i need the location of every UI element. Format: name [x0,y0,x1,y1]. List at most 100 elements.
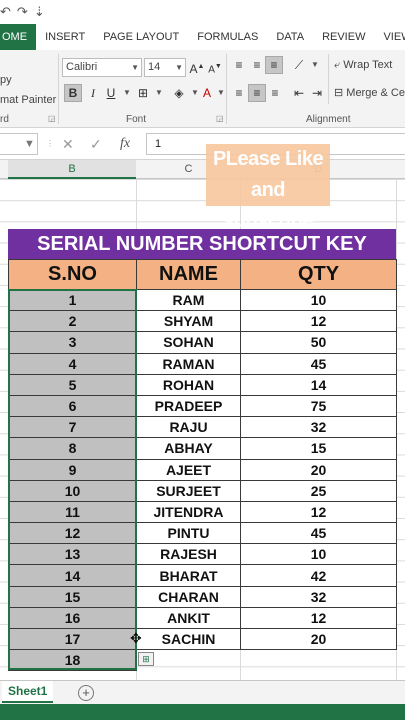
cell-name[interactable]: SHYAM [136,310,241,333]
decrease-font-size-icon[interactable]: A▼ [206,58,224,76]
undo-icon[interactable]: ↶ [0,4,11,20]
empty-cell[interactable] [241,650,397,671]
cell-sno[interactable]: 15 [8,585,137,608]
tab-page-layout[interactable]: PAGE LAYOUT [94,24,188,50]
cell-qty[interactable]: 45 [240,352,397,375]
tab-view[interactable]: VIEW [374,24,405,50]
merge-center-button[interactable]: ⊟ Merge & Ce [334,86,405,99]
tab-insert[interactable]: INSERT [36,24,94,50]
cell-qty[interactable]: 15 [240,437,397,460]
cell-sno[interactable]: 4 [8,352,137,375]
cell-sno[interactable]: 5 [8,373,137,396]
cell-sno[interactable]: 16 [8,606,137,630]
cell-sno[interactable]: 17 [8,627,137,651]
cell-name[interactable]: RAM [136,288,241,312]
cell-qty[interactable]: 50 [240,331,397,354]
alignment-group-label: Alignment [306,114,351,125]
cell-qty[interactable]: 12 [240,606,397,630]
decrease-indent-icon[interactable]: ⇤ [290,84,308,102]
header-name[interactable]: NAME [136,259,241,290]
cell-qty[interactable]: 45 [240,522,397,545]
cell-qty[interactable]: 10 [240,543,397,566]
cell-sno[interactable]: 9 [8,458,137,481]
tab-formulas[interactable]: FORMULAS [188,24,267,50]
cell-qty[interactable]: 10 [240,288,397,312]
quick-analysis-icon[interactable]: ⊞ [138,652,154,666]
cell-sno[interactable]: 10 [8,479,137,502]
cell-name[interactable]: AJEET [136,458,241,481]
align-bottom-icon[interactable]: ≡ [265,56,283,74]
cell-name[interactable]: SOHAN [136,331,241,354]
cell-sno[interactable]: 11 [8,500,137,524]
font-size-select[interactable]: 14 ▼ [144,58,186,77]
clipboard-launcher-icon[interactable]: ◲ [48,114,56,123]
copy-button[interactable]: py [0,74,12,86]
cell-qty[interactable]: 12 [240,310,397,333]
cell-sno[interactable]: 14 [8,564,137,587]
align-top-icon[interactable]: ≡ [230,56,248,74]
column-header-b[interactable]: B [8,160,136,179]
name-box[interactable]: ▼ [0,133,38,155]
cell-sno[interactable]: 18 [8,649,137,672]
cell-sno[interactable]: 3 [8,331,137,354]
wrap-text-button[interactable]: ⤶ Wrap Text [334,59,392,72]
borders-dropdown-icon[interactable]: ▼ [150,84,168,102]
cell-qty[interactable]: 20 [240,627,397,651]
cell-qty[interactable]: 12 [240,500,397,524]
align-middle-icon[interactable]: ≡ [248,56,266,74]
cell-name[interactable]: ABHAY [136,437,241,460]
cell-name[interactable]: SACHIN [136,627,241,651]
cell-qty[interactable]: 42 [240,564,397,587]
cell-name[interactable]: CHARAN [136,585,241,608]
redo-icon[interactable]: ↷ [17,4,28,20]
cell-qty[interactable]: 32 [240,416,397,439]
font-color-dropdown-icon[interactable]: ▼ [212,84,230,102]
customize-qat-icon[interactable]: ⇣ [34,4,45,20]
orientation-dropdown-icon[interactable]: ▼ [306,56,324,74]
increase-indent-icon[interactable]: ⇥ [308,84,326,102]
cell-name[interactable]: RAJESH [136,543,241,566]
sheet-banner-title[interactable]: SERIAL NUMBER SHORTCUT KEY [8,229,396,259]
tab-review[interactable]: REVIEW [313,24,374,50]
tab-data[interactable]: DATA [267,24,313,50]
cell-name[interactable]: BHARAT [136,564,241,587]
insert-function-icon[interactable]: fx [120,136,130,152]
formula-bar-handle-icon[interactable]: ⋮ [46,139,54,148]
cell-qty[interactable]: 20 [240,458,397,481]
sheet-tab-sheet1[interactable]: Sheet1 [2,681,54,703]
align-right-icon[interactable]: ≡ [266,84,284,102]
add-sheet-icon[interactable]: + [78,685,94,701]
cell-qty[interactable]: 14 [240,373,397,396]
cell-name[interactable]: RAMAN [136,352,241,375]
font-name-select[interactable]: Calibri ▼ [62,58,142,77]
header-qty[interactable]: QTY [240,259,397,290]
increase-font-size-icon[interactable]: A▲ [188,58,206,76]
cell-name[interactable]: PINTU [136,522,241,545]
cell-name[interactable]: PRADEEP [136,394,241,418]
cell-name[interactable]: ROHAN [136,373,241,396]
cell-sno[interactable]: 13 [8,543,137,566]
cell-name[interactable]: JITENDRA [136,500,241,524]
align-center-icon[interactable]: ≡ [248,84,266,102]
cell-sno[interactable]: 8 [8,437,137,460]
cell-sno[interactable]: 1 [8,288,137,312]
cell-qty[interactable]: 32 [240,585,397,608]
font-launcher-icon[interactable]: ◲ [216,114,224,123]
tab-home[interactable]: OME [0,24,37,50]
cell-name[interactable]: RAJU [136,416,241,439]
align-left-icon[interactable]: ≡ [230,84,248,102]
bold-button[interactable]: B [64,84,82,102]
cell-sno[interactable]: 12 [8,522,137,545]
cell-sno[interactable]: 2 [8,310,137,333]
cell-name[interactable]: ANKIT [136,606,241,630]
cell-name[interactable]: SURJEET [136,479,241,502]
cell-sno[interactable]: 6 [8,394,137,418]
cell-qty[interactable]: 25 [240,479,397,502]
cancel-icon[interactable]: ✕ [62,136,74,153]
cell-qty[interactable]: 75 [240,394,397,418]
format-painter-button[interactable]: mat Painter [0,94,56,106]
cell-sno[interactable]: 7 [8,416,137,439]
header-sno[interactable]: S.NO [8,259,137,290]
enter-icon[interactable]: ✓ [90,136,102,153]
italic-button[interactable]: I [84,84,102,102]
